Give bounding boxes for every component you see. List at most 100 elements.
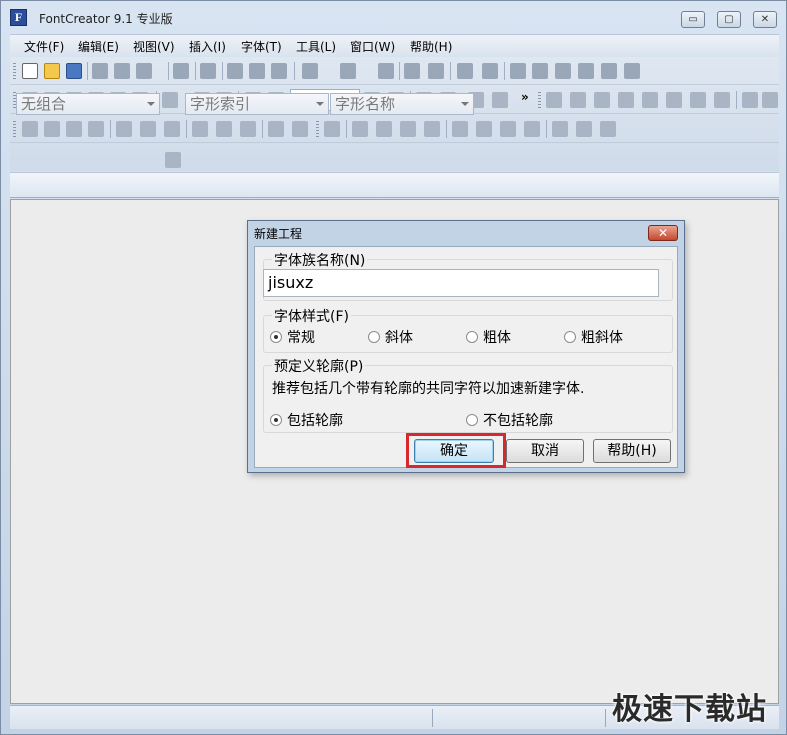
- toolbar-separator: [168, 62, 169, 80]
- minimize-button[interactable]: ▭: [681, 11, 705, 28]
- align-middle-icon[interactable]: [216, 121, 232, 137]
- menu-insert[interactable]: 插入(I): [189, 38, 226, 55]
- family-name-input[interactable]: jisuxz: [263, 269, 659, 297]
- menu-bar: 文件(F) 编辑(E) 视图(V) 插入(I) 字体(T) 工具(L) 窗口(W…: [10, 34, 779, 56]
- guides-icon[interactable]: [642, 92, 658, 108]
- info-icon[interactable]: [624, 63, 640, 79]
- align-right-icon[interactable]: [164, 121, 180, 137]
- menu-tools[interactable]: 工具(L): [296, 38, 336, 55]
- anchor-icon[interactable]: [690, 92, 706, 108]
- mirror-v-icon[interactable]: [476, 121, 492, 137]
- menu-window[interactable]: 窗口(W): [350, 38, 395, 55]
- exclude-outline-radio[interactable]: 不包括轮廓: [466, 410, 553, 430]
- rotate-icon[interactable]: [400, 121, 416, 137]
- menu-view[interactable]: 视图(V): [133, 38, 175, 55]
- dialog-title: 新建工程: [254, 227, 303, 241]
- subtract-icon[interactable]: [576, 121, 592, 137]
- new-file-icon[interactable]: [22, 63, 38, 79]
- menu-edit[interactable]: 编辑(E): [78, 38, 119, 55]
- style-italic-radio[interactable]: 斜体: [368, 327, 413, 347]
- undo-icon[interactable]: [302, 63, 318, 79]
- cancel-button[interactable]: 取消: [506, 439, 584, 463]
- overview-icon[interactable]: [578, 63, 594, 79]
- toolbar-overflow-icon[interactable]: »: [521, 90, 529, 104]
- copy-icon[interactable]: [249, 63, 265, 79]
- test-icon[interactable]: [601, 63, 617, 79]
- mirror-h-icon[interactable]: [452, 121, 468, 137]
- distribute-h-icon[interactable]: [268, 121, 284, 137]
- kerning-icon[interactable]: [532, 63, 548, 79]
- insert-char-icon[interactable]: [428, 63, 444, 79]
- toolbar-grip[interactable]: [13, 63, 16, 79]
- bounds-icon[interactable]: [594, 92, 610, 108]
- preview-icon[interactable]: [510, 63, 526, 79]
- refresh-icon[interactable]: [378, 63, 394, 79]
- properties-icon[interactable]: [66, 63, 82, 79]
- scissors-icon[interactable]: [376, 121, 392, 137]
- metrics-icon[interactable]: [618, 92, 634, 108]
- align-left-icon[interactable]: [116, 121, 132, 137]
- cut-icon[interactable]: [227, 63, 243, 79]
- insert-glyph-icon[interactable]: [404, 63, 420, 79]
- union-icon[interactable]: [552, 121, 568, 137]
- help-button[interactable]: 帮助(H): [593, 439, 671, 463]
- toolbar-grip[interactable]: [316, 121, 319, 137]
- validate-icon[interactable]: [457, 63, 473, 79]
- radio-icon: [564, 331, 576, 343]
- style-bold-italic-label: 粗斜体: [581, 330, 623, 346]
- align-center-icon[interactable]: [140, 121, 156, 137]
- align-bottom-icon[interactable]: [240, 121, 256, 137]
- baseline-icon[interactable]: [666, 92, 682, 108]
- anchor-alt-icon[interactable]: [714, 92, 730, 108]
- eraser-icon[interactable]: [352, 121, 368, 137]
- group-combo[interactable]: 无组合: [16, 93, 160, 115]
- style-bold-radio[interactable]: 粗体: [466, 327, 511, 347]
- check-icon[interactable]: [555, 63, 571, 79]
- distribute-v-icon[interactable]: [292, 121, 308, 137]
- paste-icon[interactable]: [271, 63, 287, 79]
- find-icon[interactable]: [200, 63, 216, 79]
- radio-icon: [466, 414, 478, 426]
- grid-icon[interactable]: [546, 92, 562, 108]
- glyph-name-combo[interactable]: 字形名称: [330, 93, 474, 115]
- toolbar-separator: [87, 62, 88, 80]
- transform-panel-icon[interactable]: [324, 121, 340, 137]
- intersect-icon[interactable]: [600, 121, 616, 137]
- crosshair-icon[interactable]: [570, 92, 586, 108]
- glyph-index-combo[interactable]: 字形索引: [185, 93, 329, 115]
- backward-icon[interactable]: [88, 121, 104, 137]
- bring-front-icon[interactable]: [22, 121, 38, 137]
- image-icon[interactable]: [162, 92, 178, 108]
- menu-file[interactable]: 文件(F): [24, 38, 64, 55]
- include-outline-radio[interactable]: 包括轮廓: [270, 410, 343, 430]
- print-icon[interactable]: [173, 63, 189, 79]
- title-bar[interactable]: F FontCreator 9.1 专业版 ▭ ▢ ✕: [1, 1, 786, 33]
- maximize-button[interactable]: ▢: [717, 11, 741, 28]
- save-icon[interactable]: [92, 63, 108, 79]
- save-all-icon[interactable]: [114, 63, 130, 79]
- forward-icon[interactable]: [66, 121, 82, 137]
- style-regular-radio[interactable]: 常规: [270, 327, 315, 347]
- toolbar-grip[interactable]: [538, 92, 541, 108]
- send-back-icon[interactable]: [44, 121, 60, 137]
- toolbar-grip[interactable]: [13, 121, 16, 137]
- flip-icon[interactable]: [424, 121, 440, 137]
- components-icon[interactable]: [742, 92, 758, 108]
- slant-icon[interactable]: [524, 121, 540, 137]
- edit-image-icon[interactable]: [492, 92, 508, 108]
- export-icon[interactable]: [136, 63, 152, 79]
- close-window-button[interactable]: ✕: [753, 11, 777, 28]
- menu-help[interactable]: 帮助(H): [410, 38, 452, 55]
- open-folder-icon[interactable]: [44, 63, 60, 79]
- align-top-icon[interactable]: [192, 121, 208, 137]
- status-separator: [605, 709, 606, 727]
- skew-icon[interactable]: [500, 121, 516, 137]
- chevron-down-icon: [147, 102, 155, 106]
- menu-font[interactable]: 字体(T): [241, 38, 282, 55]
- text-icon[interactable]: [482, 63, 498, 79]
- dialog-close-button[interactable]: ✕: [648, 225, 678, 241]
- toolbar-separator: [186, 120, 187, 138]
- redo-icon[interactable]: [340, 63, 356, 79]
- style-bold-italic-radio[interactable]: 粗斜体: [564, 327, 623, 347]
- outline-icon[interactable]: [762, 92, 778, 108]
